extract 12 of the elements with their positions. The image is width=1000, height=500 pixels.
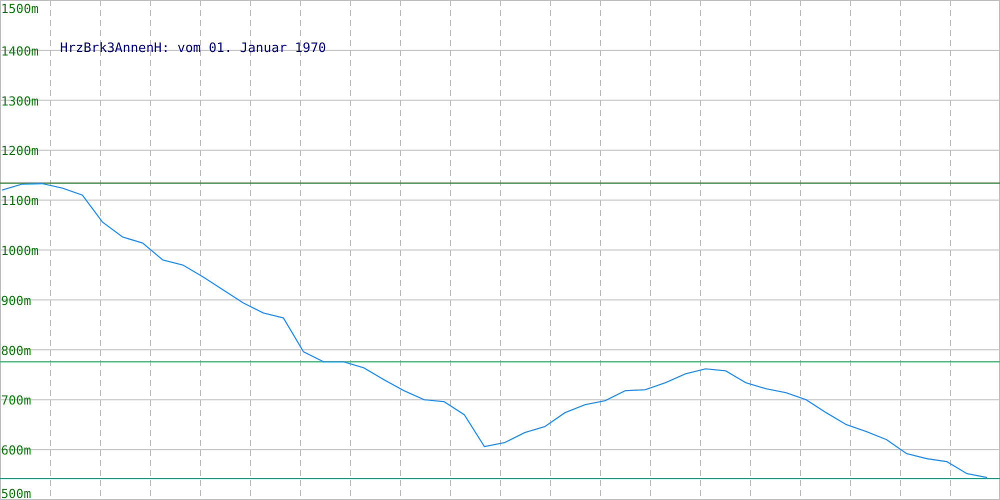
- axis-tick-label: 1100m: [1, 193, 39, 208]
- axis-tick-label: 1300m: [1, 93, 39, 108]
- axis-tick-label: 700m: [1, 392, 32, 408]
- chart-title: HrzBrk3AnnenH: vom 01. Januar 1970: [60, 41, 326, 56]
- axis-tick-label: 1200m: [1, 143, 39, 158]
- axis-tick-label: 800m: [1, 342, 32, 358]
- axis-tick-label: 1400m: [1, 43, 39, 58]
- axis-tick-label: 1500m: [1, 1, 39, 16]
- axis-tick-label: 600m: [1, 442, 32, 458]
- axis-tick-label: 500m: [1, 486, 32, 500]
- axis-tick-label: 900m: [1, 292, 32, 308]
- axis-tick-label: 1000m: [1, 243, 39, 258]
